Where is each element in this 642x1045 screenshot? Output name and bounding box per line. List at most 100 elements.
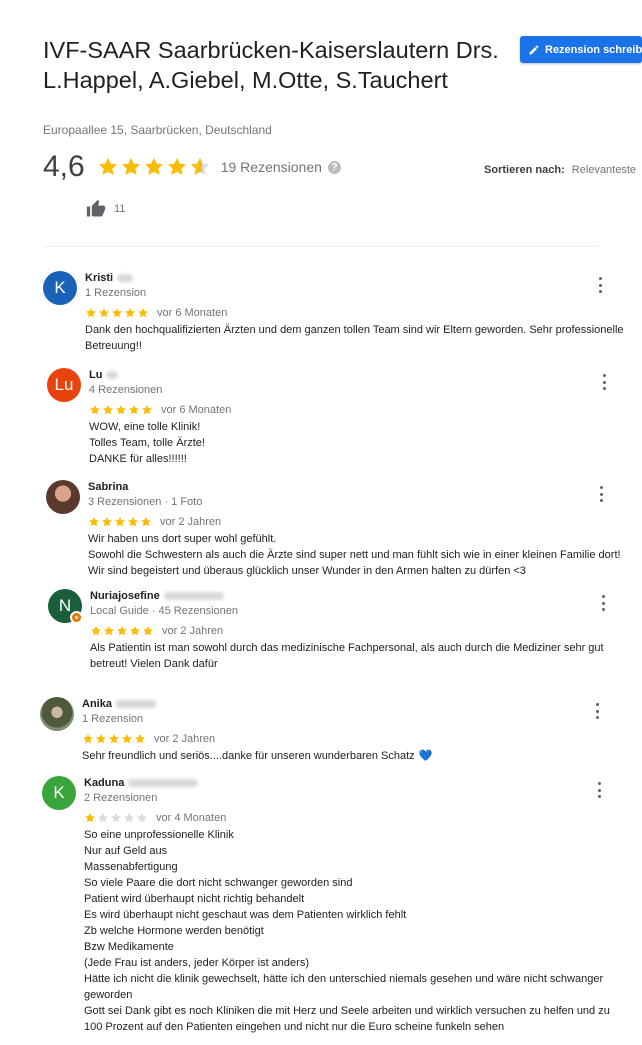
review-date: vor 2 Jahren <box>162 625 224 637</box>
star-icon <box>88 516 100 528</box>
help-icon[interactable]: ? <box>327 160 341 174</box>
divider <box>43 246 598 247</box>
star-icon <box>123 812 135 824</box>
reviewer-meta: 2 Rezensionen <box>84 792 158 804</box>
review-stars <box>85 307 149 319</box>
star-icon <box>143 156 165 178</box>
reviewer-name[interactable]: Nuriajosefine <box>90 589 630 603</box>
review-text: WOW, eine tolle Klinik! Tolles Team, tol… <box>89 419 629 467</box>
reviewer-name[interactable]: Lu <box>89 368 629 382</box>
review-body: Anika 1 Rezension vor 2 Jahren Sehr freundl… <box>82 697 622 764</box>
pencil-icon <box>529 44 539 54</box>
place-address: Europaallee 15, Saarbrücken, Deutschland <box>43 123 272 137</box>
star-icon <box>128 404 140 416</box>
review-rating: vor 6 Monaten <box>85 306 625 320</box>
reviewer-name[interactable]: Kaduna <box>84 776 624 790</box>
redacted-surname <box>106 371 119 379</box>
sort-control[interactable]: Sortieren nach: Relevanteste <box>484 164 636 176</box>
star-icon <box>142 625 154 637</box>
sort-value: Relevanteste <box>571 164 636 176</box>
star-icon <box>127 516 139 528</box>
redacted-surname <box>163 592 224 600</box>
review-body: Kristi 1 Rezension vor 6 Monaten Dank den h… <box>85 271 625 354</box>
reviewer-name[interactable]: Sabrina <box>88 480 628 494</box>
review-body: Sabrina 3 Rezensionen · 1 Foto vor 2 Jahre… <box>88 480 628 579</box>
more-options-icon[interactable] <box>594 782 604 798</box>
star-icon <box>120 156 142 178</box>
star-icon <box>103 625 115 637</box>
local-guide-badge-icon: ✶ <box>70 611 83 624</box>
review-date: vor 6 Monaten <box>157 307 228 319</box>
reviewer-name-text: Kristi <box>85 272 114 284</box>
blue-heart-icon: 💙 <box>418 750 433 762</box>
more-options-icon[interactable] <box>596 486 606 502</box>
avatar[interactable]: K <box>43 271 77 305</box>
review-text: Als Patientin ist man sowohl durch das m… <box>90 640 630 672</box>
redacted-surname <box>115 700 156 708</box>
review-text: Wir haben uns dort super wohl gefühlt. S… <box>88 531 628 579</box>
redacted-surname <box>128 779 199 787</box>
star-icon <box>85 307 97 319</box>
reviewer-meta: 1 Rezension <box>82 713 144 725</box>
star-icon <box>124 307 136 319</box>
more-options-icon[interactable] <box>592 703 602 719</box>
avatar[interactable]: Lu <box>47 368 81 402</box>
star-icon <box>108 733 120 745</box>
review-text: So eine unprofessionelle Klinik Nur auf … <box>84 827 624 1035</box>
star-icon <box>111 307 123 319</box>
review-text: Sehr freundlich und seriös....danke für … <box>82 748 622 764</box>
likes-button[interactable]: 11 <box>86 199 125 219</box>
rating-stars <box>97 156 211 178</box>
star-icon <box>97 812 109 824</box>
avatar[interactable] <box>40 697 74 731</box>
star-icon <box>115 404 127 416</box>
reviewer-name-text: Lu <box>89 369 103 381</box>
review-stars <box>88 516 152 528</box>
avatar[interactable] <box>46 480 80 514</box>
review-text: Dank den hochqualifizierten Ärzten und d… <box>85 322 625 354</box>
more-options-icon[interactable] <box>595 277 605 293</box>
reviewer-name[interactable]: Anika <box>82 697 622 711</box>
star-icon <box>136 812 148 824</box>
reviewer-name-text: Sabrina <box>88 481 129 493</box>
write-review-label: Rezension schreiben <box>545 43 642 56</box>
review-stars <box>90 625 154 637</box>
review-text-content: Dank den hochqualifizierten Ärzten und d… <box>85 324 624 352</box>
star-icon <box>121 733 133 745</box>
star-icon <box>90 625 102 637</box>
review-date: vor 6 Monaten <box>161 404 232 416</box>
star-icon <box>95 733 107 745</box>
review-stars <box>89 404 153 416</box>
star-icon <box>189 156 211 178</box>
reviewer-meta: 1 Rezension <box>85 287 147 299</box>
star-icon <box>98 307 110 319</box>
star-icon <box>137 307 149 319</box>
review-text-content: So eine unprofessionelle Klinik Nur auf … <box>84 829 610 1033</box>
reviewer-meta: 3 Rezensionen · 1 Foto <box>88 496 203 508</box>
more-options-icon[interactable] <box>598 595 608 611</box>
redacted-surname <box>117 274 134 282</box>
reviewer-meta: 4 Rezensionen <box>89 384 163 396</box>
reviewer-name-text: Nuriajosefine <box>90 590 160 602</box>
write-review-button[interactable]: Rezension schreiben <box>520 36 642 63</box>
star-icon <box>134 733 146 745</box>
avatar[interactable]: K <box>42 776 76 810</box>
review-body: Nuriajosefine Local Guide · 45 Rezensione… <box>90 589 630 672</box>
star-icon <box>166 156 188 178</box>
reviewer-name-text: Anika <box>82 698 112 710</box>
star-icon <box>141 404 153 416</box>
review-text-content: WOW, eine tolle Klinik! Tolles Team, tol… <box>89 421 205 465</box>
more-options-icon[interactable] <box>599 374 609 390</box>
reviewer-name[interactable]: Kristi <box>85 271 625 285</box>
review-date: vor 2 Jahren <box>154 733 216 745</box>
star-icon <box>82 733 94 745</box>
review-count-link[interactable]: 19 Rezensionen <box>221 159 322 175</box>
review-body: Kaduna 2 Rezensionen vor 4 Monaten So eine … <box>84 776 624 1035</box>
review-stars <box>84 812 148 824</box>
sort-label: Sortieren nach: <box>484 164 565 176</box>
thumbs-up-icon <box>86 199 106 217</box>
rating-number: 4,6 <box>43 150 85 183</box>
star-icon <box>102 404 114 416</box>
star-icon <box>97 156 119 178</box>
star-icon <box>140 516 152 528</box>
